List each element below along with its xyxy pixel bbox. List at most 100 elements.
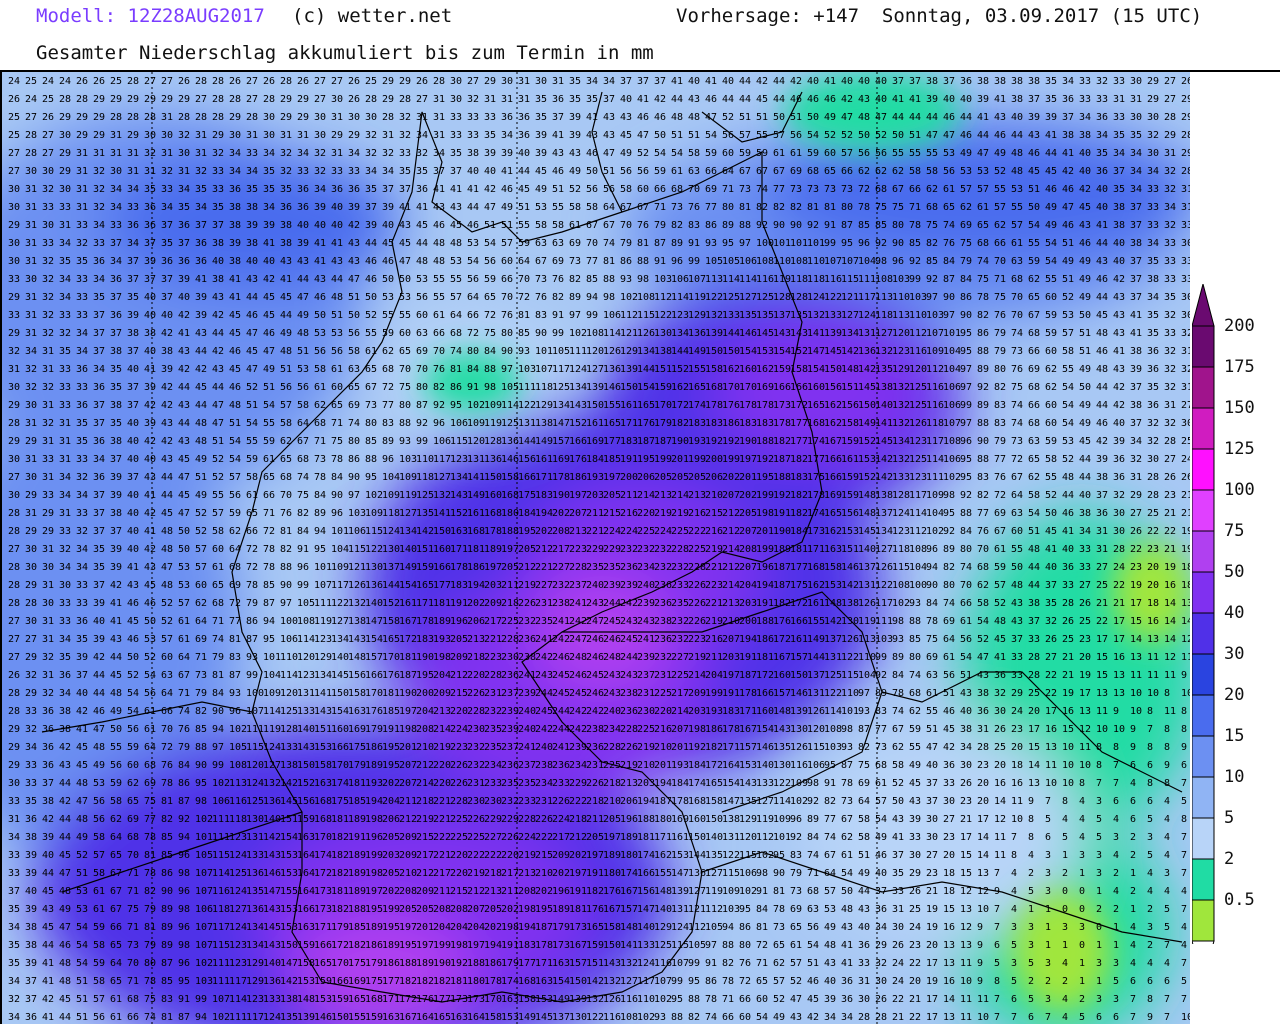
precipitation-value: 4 [1164, 814, 1170, 825]
precipitation-value: 201 [654, 760, 672, 771]
precipitation-value: 137 [858, 562, 876, 573]
precipitation-value: 56 [586, 184, 598, 195]
precipitation-value: 28 [59, 94, 71, 105]
precipitation-value: 197 [739, 454, 757, 465]
precipitation-value: 142 [586, 976, 604, 987]
precipitation-value: 4 [1062, 814, 1068, 825]
precipitation-value: 49 [824, 922, 836, 933]
precipitation-value: 225 [637, 526, 655, 537]
precipitation-value: 27 [943, 814, 955, 825]
precipitation-value: 38 [977, 76, 989, 87]
precipitation-value: 230 [501, 652, 519, 663]
precipitation-value: 78 [263, 562, 275, 573]
precipitation-value: 41 [1062, 148, 1074, 159]
precipitation-value: 39 [348, 202, 360, 213]
precipitation-value: 124 [807, 292, 825, 303]
precipitation-value: 138 [348, 616, 366, 627]
precipitation-value: 136 [263, 976, 281, 987]
precipitation-value: 5 [1164, 922, 1170, 933]
precipitation-value: 177 [433, 580, 451, 591]
precipitation-value: 207 [671, 724, 689, 735]
precipitation-value: 212 [535, 544, 553, 555]
precipitation-value: 107 [654, 976, 672, 987]
precipitation-value: 1 [1113, 922, 1119, 933]
precipitation-value: 153 [280, 868, 298, 879]
precipitation-value: 133 [892, 472, 910, 483]
precipitation-value: 110 [807, 256, 825, 267]
precipitation-value: 65 [943, 202, 955, 213]
precipitation-value: 203 [722, 652, 740, 663]
precipitation-value: 37 [93, 580, 105, 591]
precipitation-value: 21 [1113, 598, 1125, 609]
precipitation-value: 37 [93, 310, 105, 321]
precipitation-value: 11 [1181, 652, 1190, 663]
precipitation-value: 31 [8, 814, 20, 825]
precipitation-value: 164 [467, 1012, 485, 1023]
precipitation-value: 34 [76, 346, 88, 357]
precipitation-value: 102 [926, 526, 944, 537]
precipitation-value: 66 [994, 238, 1006, 249]
precipitation-value: 190 [671, 436, 689, 447]
precipitation-value: 21 [1181, 490, 1190, 501]
precipitation-value: 45 [994, 634, 1006, 645]
precipitation-value: 55 [110, 742, 122, 753]
precipitation-value: 49 [1062, 256, 1074, 267]
precipitation-value: 139 [297, 1012, 315, 1023]
precipitation-value: 29 [161, 94, 173, 105]
precipitation-value: 44 [1028, 580, 1040, 591]
precipitation-value: 182 [433, 976, 451, 987]
precipitation-value: 94 [314, 526, 326, 537]
precipitation-value: 77 [994, 454, 1006, 465]
legend-swatch [1192, 325, 1215, 368]
precipitation-value: 4 [1079, 832, 1085, 843]
precipitation-value: 201 [671, 742, 689, 753]
precipitation-value: 44 [297, 274, 309, 285]
precipitation-value: 67 [110, 904, 122, 915]
precipitation-value: 40 [1079, 490, 1091, 501]
precipitation-value: 14 [1130, 634, 1142, 645]
precipitation-value: 117 [858, 292, 876, 303]
precipitation-value: 51 [76, 868, 88, 879]
precipitation-value: 228 [518, 814, 536, 825]
precipitation-value: 212 [722, 562, 740, 573]
precipitation-value: 50 [773, 112, 785, 123]
precipitation-value: 30 [25, 616, 37, 627]
precipitation-value: 31 [1181, 346, 1190, 357]
precipitation-value: 159 [586, 940, 604, 951]
precipitation-value: 176 [365, 706, 383, 717]
precipitation-value: 39 [246, 220, 258, 231]
precipitation-value: 69 [144, 778, 156, 789]
precipitation-value: 160 [484, 490, 502, 501]
precipitation-value: 169 [552, 454, 570, 465]
precipitation-value: 43 [569, 148, 581, 159]
precipitation-value: 34 [93, 364, 105, 375]
precipitation-value: 17 [1113, 616, 1125, 627]
precipitation-value: 213 [518, 868, 536, 879]
precipitation-value: 127 [229, 904, 247, 915]
precipitation-value: 222 [467, 850, 485, 861]
precipitation-value: 163 [297, 832, 315, 843]
precipitation-value: 205 [654, 472, 672, 483]
precipitation-value: 167 [399, 616, 417, 627]
precipitation-value: 183 [620, 436, 638, 447]
precipitation-value: 33 [1079, 544, 1091, 555]
precipitation-value: 154 [773, 346, 791, 357]
precipitation-value: 27 [42, 130, 54, 141]
precipitation-value: 88 [909, 616, 921, 627]
precipitation-value: 60 [637, 184, 649, 195]
precipitation-value: 127 [433, 472, 451, 483]
precipitation-value: 35 [416, 166, 428, 177]
precipitation-value: 29 [110, 94, 122, 105]
precipitation-value: 96 [790, 814, 802, 825]
precipitation-value: 156 [348, 670, 366, 681]
precipitation-value: 44 [42, 940, 54, 951]
precipitation-value: 115 [841, 670, 859, 681]
precipitation-value: 157 [552, 436, 570, 447]
precipitation-value: 66 [654, 184, 666, 195]
precipitation-value: 30 [8, 184, 20, 195]
precipitation-value: 67 [620, 202, 632, 213]
precipitation-value: 75 [484, 328, 496, 339]
precipitation-value: 98 [756, 868, 768, 879]
precipitation-value: 184 [671, 778, 689, 789]
precipitation-value: 168 [501, 490, 519, 501]
